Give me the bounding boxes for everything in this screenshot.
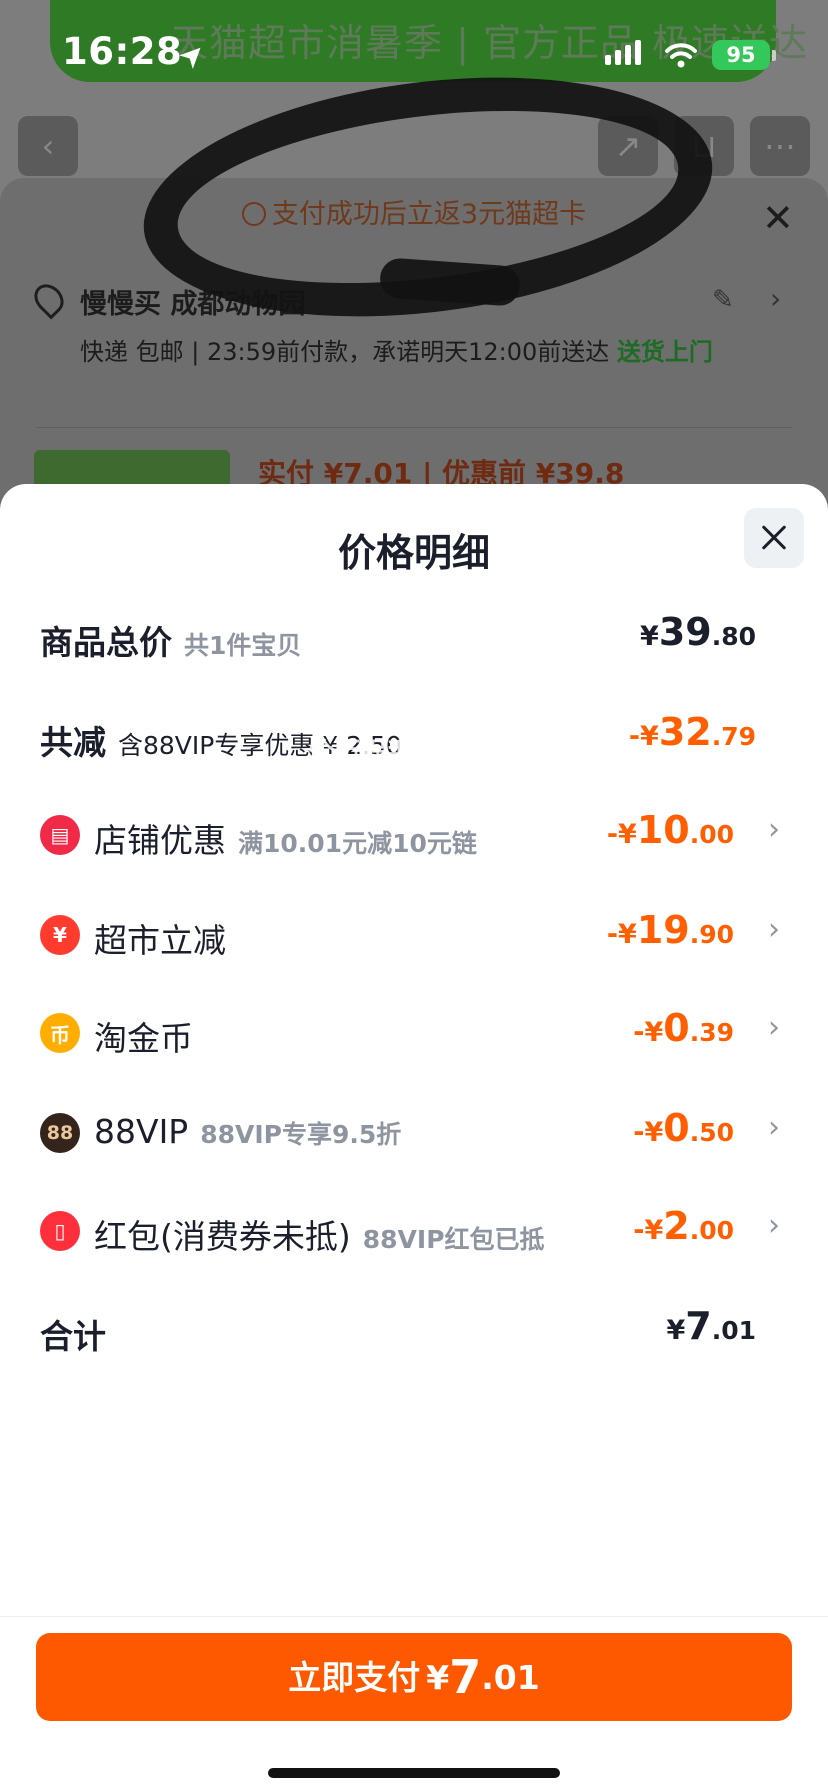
row-title: 商品总价: [40, 623, 172, 662]
row-amount: -¥0.50: [633, 1106, 734, 1150]
amount-decimal: .00: [689, 1216, 734, 1245]
currency-symbol: ¥: [666, 1315, 686, 1346]
price-detail-sheet: 价格明细 商品总价 共1件宝贝 ¥39.80 共减 含88VIP专享优惠 ¥ 2.5…: [0, 484, 828, 1792]
row-amount: -¥0.39: [633, 1006, 734, 1050]
row-label: 超市立减: [94, 914, 226, 962]
row-amount: -¥32.79: [629, 710, 756, 754]
wifi-icon: [665, 43, 697, 68]
chevron-right-icon: ›: [768, 1208, 780, 1243]
row-label: 红包(消费券未抵) 88VIP红包已抵: [94, 1210, 545, 1258]
currency-symbol: -¥: [628, 721, 659, 752]
amount-integer: 0: [663, 1106, 690, 1150]
currency-symbol: -¥: [633, 1017, 664, 1048]
amount-integer: 2: [663, 1204, 690, 1248]
row-title: 合计: [40, 1317, 106, 1356]
price-row-88vip[interactable]: 88 88VIP 88VIP专享9.5折 -¥0.50 ›: [0, 1092, 828, 1172]
amount-integer: 7: [449, 1650, 482, 1704]
close-button[interactable]: [744, 508, 804, 568]
pay-button-label: 立即支付: [288, 1658, 421, 1697]
currency-symbol: ¥: [640, 621, 659, 652]
currency-symbol: -¥: [606, 919, 637, 950]
price-row-market-discount[interactable]: ¥ 超市立减 -¥19.90 ›: [0, 894, 828, 974]
amount-integer: 32: [658, 710, 712, 754]
watermark-overlay: 价历程手机淘: [308, 738, 465, 768]
amount-decimal: .01: [481, 1658, 540, 1697]
more-icon: ⋯: [750, 116, 810, 176]
currency-symbol: -¥: [633, 1117, 664, 1148]
amount-integer: 7: [685, 1304, 712, 1348]
market-icon: ¥: [40, 915, 80, 955]
amount-decimal: .50: [689, 1118, 734, 1147]
row-title: 淘金币: [94, 1019, 193, 1058]
row-amount: -¥10.00: [607, 808, 734, 852]
battery-indicator: 95: [712, 40, 770, 70]
close-icon: ✕: [762, 196, 794, 240]
row-title: 店铺优惠: [94, 821, 226, 860]
chevron-right-icon: ›: [768, 912, 780, 947]
amount-decimal: .39: [689, 1018, 734, 1047]
sheet-title: 价格明细: [337, 531, 490, 575]
home-indicator: [268, 1768, 560, 1778]
amount-decimal: .80: [711, 622, 756, 651]
currency-symbol: -¥: [633, 1215, 664, 1246]
price-row-subtotal: 商品总价 共1件宝贝 ¥39.80: [0, 596, 828, 676]
chevron-right-icon: ›: [768, 812, 780, 847]
shop-icon: ▤: [40, 815, 80, 855]
chevron-right-icon: ›: [770, 282, 782, 315]
cellular-signal-icon: [605, 40, 641, 65]
amount-decimal: .00: [689, 820, 734, 849]
amount-integer: 39: [658, 610, 712, 654]
row-subtitle: 88VIP红包已抵: [362, 1225, 545, 1254]
chevron-right-icon: ›: [768, 1110, 780, 1145]
currency-symbol: ¥: [426, 1658, 450, 1697]
price-row-shop-discount[interactable]: ▤ 店铺优惠 满10.01元减10元链 -¥10.00 ›: [0, 794, 828, 874]
back-button: ‹: [18, 116, 78, 176]
row-title: 超市立减: [94, 921, 226, 960]
amount-integer: 10: [636, 808, 690, 852]
row-label: 店铺优惠 满10.01元减10元链: [94, 814, 477, 862]
vip-icon: 88: [40, 1113, 80, 1153]
row-title: 88VIP: [94, 1112, 189, 1151]
amount-decimal: .79: [711, 722, 756, 751]
amount-decimal: .90: [689, 920, 734, 949]
edit-icon: ✎: [712, 285, 734, 315]
row-amount: -¥19.90: [607, 908, 734, 952]
row-amount: ¥7.01: [666, 1304, 756, 1348]
divider: [36, 427, 792, 428]
status-time: 16:28: [62, 30, 183, 73]
status-bar: 16:28 ➤ 95: [0, 0, 828, 108]
row-label: 合计: [40, 1310, 106, 1358]
delivery-info: 快递 包邮 | 23:59前付款，承诺明天12:00前送达 送货上门: [80, 331, 740, 373]
red-packet-icon: ▯: [40, 1211, 80, 1251]
amount-integer: 19: [636, 908, 690, 952]
chevron-right-icon: ›: [768, 1010, 780, 1045]
amount-decimal: .01: [711, 1316, 756, 1345]
row-label: 淘金币: [94, 1012, 193, 1060]
price-row-total: 合计 ¥7.01: [0, 1290, 828, 1370]
row-label: 商品总价 共1件宝贝: [40, 616, 301, 664]
price-row-taobao-coin[interactable]: 币 淘金币 -¥0.39 ›: [0, 992, 828, 1072]
row-subtitle: 共1件宝贝: [184, 631, 302, 660]
price-row-red-packet[interactable]: ▯ 红包(消费券未抵) 88VIP红包已抵 -¥2.00 ›: [0, 1190, 828, 1270]
coin-icon: 币: [40, 1013, 80, 1053]
amount-integer: 0: [663, 1006, 690, 1050]
battery-cap: [772, 50, 776, 61]
row-title: 共减: [40, 723, 106, 762]
currency-symbol: -¥: [606, 819, 637, 850]
row-subtitle: 88VIP专享9.5折: [200, 1120, 402, 1149]
row-subtitle: 满10.01元减10元链: [238, 829, 477, 858]
footer-bar: 立即支付 ¥7.01: [0, 1616, 828, 1792]
pay-now-button[interactable]: 立即支付 ¥7.01: [36, 1633, 792, 1721]
row-label: 88VIP 88VIP专享9.5折: [94, 1112, 401, 1151]
row-amount: -¥2.00: [633, 1204, 734, 1248]
row-title: 红包(消费券未抵): [94, 1217, 351, 1256]
row-amount: ¥39.80: [640, 610, 756, 654]
delivery-info-text: 快递 包邮 | 23:59前付款，承诺明天12:00前送达: [80, 338, 617, 366]
delivery-door-tag: 送货上门: [616, 338, 713, 366]
